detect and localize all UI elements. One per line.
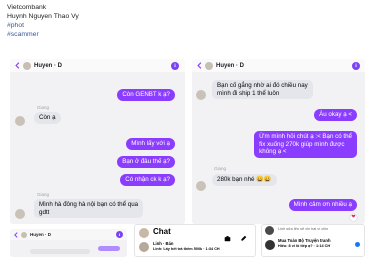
message-bubble-outgoing: Àu okay ạ < (314, 109, 357, 121)
message-bubble-incoming (30, 249, 90, 254)
message-text-line: fix xuống 270k giúp mình được (259, 140, 345, 148)
message-bubble-outgoing: Có nhận ck k ạ? (120, 174, 175, 186)
message-text-line: Mình hà đông hà nội bạn có thể qua (39, 201, 139, 208)
contact-name[interactable]: Huyen · D (216, 63, 244, 69)
message-bubble-incoming: 280k bạn nhé 😀😀 (212, 174, 277, 186)
avatar (196, 90, 206, 100)
heart-reaction-icon[interactable]: ❤ (350, 214, 357, 221)
chat-list-item-name[interactable]: Linh · Bán (153, 241, 173, 246)
avatar (196, 181, 206, 191)
contact-name[interactable]: Huyen · D (30, 232, 51, 237)
info-icon[interactable]: i (116, 231, 123, 238)
info-icon[interactable]: i (352, 62, 360, 70)
back-arrow-icon[interactable] (11, 60, 23, 72)
message-sender: Giang (37, 105, 50, 110)
contact-name[interactable]: Huyen · D (34, 63, 62, 69)
chat-screenshot-right: Huyen · D i Bạn cố gắng nhờ ai đó chiều … (192, 59, 365, 224)
avatar (139, 228, 149, 238)
message-bubble-incoming: Bạn cố gắng nhờ ai đó chiều nay mình đi … (212, 80, 313, 99)
camera-icon[interactable] (224, 229, 231, 242)
message-sender: Giang (214, 166, 227, 171)
chat-list-screenshot-right: Linh sửa tên sẽ xin hai vì chin Mua Toàn… (261, 224, 365, 257)
avatar (15, 209, 25, 219)
chat-top-bar: Huyen · D (10, 59, 185, 72)
avatar (265, 240, 275, 250)
message-bubble-outgoing: Còn GENBT k ạ? (117, 89, 175, 101)
avatar (265, 226, 274, 235)
chat-screenshot-left: Huyen · D i Còn GENBT k ạ? Giang Còn ạ M… (10, 59, 185, 224)
avatar (23, 61, 31, 70)
chat-list-item-preview[interactable]: Linh sửa tên sẽ xin hai vì chin (278, 227, 328, 231)
chat-top-bar: Huyen · D (10, 229, 127, 240)
avatar (205, 61, 213, 70)
message-bubble-outgoing: Ừm mình hỏi chút ạ :< Bạn có thể fix xuố… (254, 131, 357, 158)
chat-list-item-preview[interactable]: Hiếu: 8 vi lô tiếp ạ? · 1:14 CH (278, 244, 330, 248)
back-arrow-icon[interactable] (193, 60, 205, 72)
info-icon[interactable]: i (171, 62, 179, 70)
chat-list-item-preview[interactable]: Linh: Lấy hết trả thêm 500k · 1:34 CH (153, 247, 220, 251)
message-text-line: gdtt (39, 208, 50, 216)
message-text-line: Bạn cố gắng nhờ ai đó chiều nay (217, 82, 308, 89)
hashtag-scammer[interactable]: #scammer (7, 30, 39, 40)
message-bubble-incoming: Mình hà đông hà nội bạn có thể qua gdtt (34, 199, 144, 218)
message-bubble-outgoing: Mình cảm ơn nhiều ạ (288, 199, 357, 211)
avatar (15, 116, 25, 126)
pencil-icon[interactable] (240, 229, 247, 241)
chat-top-bar: Huyen · D (192, 59, 365, 72)
chat-list-title: Chat (153, 227, 171, 236)
message-sender: Giang (37, 192, 50, 197)
message-bubble-incoming: Còn ạ (34, 112, 61, 124)
avatar (21, 231, 27, 238)
chat-list-item-name[interactable]: Mua Toàn Bộ Truyện tranh (278, 238, 331, 243)
message-bubble-outgoing (98, 246, 120, 251)
chat-screenshot-bottom-left: Huyen · D i (10, 229, 127, 257)
message-text-line: mình đi ship 1 thể luôn (217, 89, 280, 97)
back-arrow-icon[interactable] (11, 230, 21, 240)
message-text-line: không ạ < (259, 148, 287, 155)
avatar (139, 242, 149, 252)
message-bubble-outgoing: Bạn ở đâu thế ạ? (117, 156, 175, 168)
message-text-line: Ừm mình hỏi chút ạ :< Bạn có thể (259, 133, 352, 140)
chat-list-screenshot: Chat Linh · Bán Linh: Lấy hết trả thêm 5… (134, 224, 256, 257)
message-bubble-outgoing: Mình lấy với ạ (126, 138, 175, 150)
unread-dot-icon (355, 242, 360, 247)
